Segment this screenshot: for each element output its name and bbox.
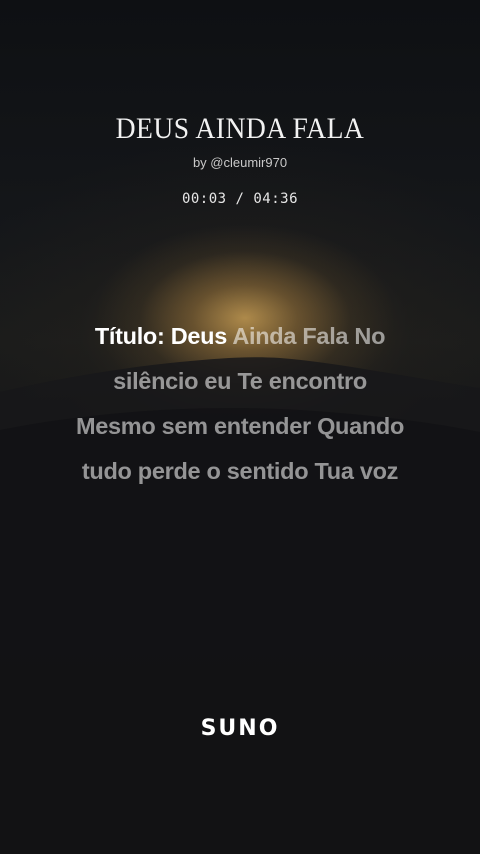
lyric-video-screen: DEUS AINDA FALA by @cleumir970 00:03 / 0…	[0, 0, 480, 854]
lyric-line-2: silêncio eu Te encontro	[113, 368, 367, 394]
artist-byline: by @cleumir970	[192, 155, 288, 170]
lyric-line-3: Mesmo sem entender Quando	[75, 413, 405, 439]
lyrics-block: Título: Deus Ainda Fala No silêncio eu T…	[20, 314, 460, 494]
suno-logo: SUNO	[200, 716, 280, 741]
song-title: DEUS AINDA FALA	[115, 112, 365, 145]
lyric-upcoming-text: Ainda Fala No	[227, 323, 386, 349]
lyric-sung-text: Título: Deus	[94, 323, 227, 349]
lyric-line-4: tudo perde o sentido Tua voz	[81, 458, 399, 484]
lyric-line-1: Título: Deus Ainda Fala No	[20, 314, 460, 359]
playback-time: 00:03 / 04:36	[181, 191, 299, 207]
